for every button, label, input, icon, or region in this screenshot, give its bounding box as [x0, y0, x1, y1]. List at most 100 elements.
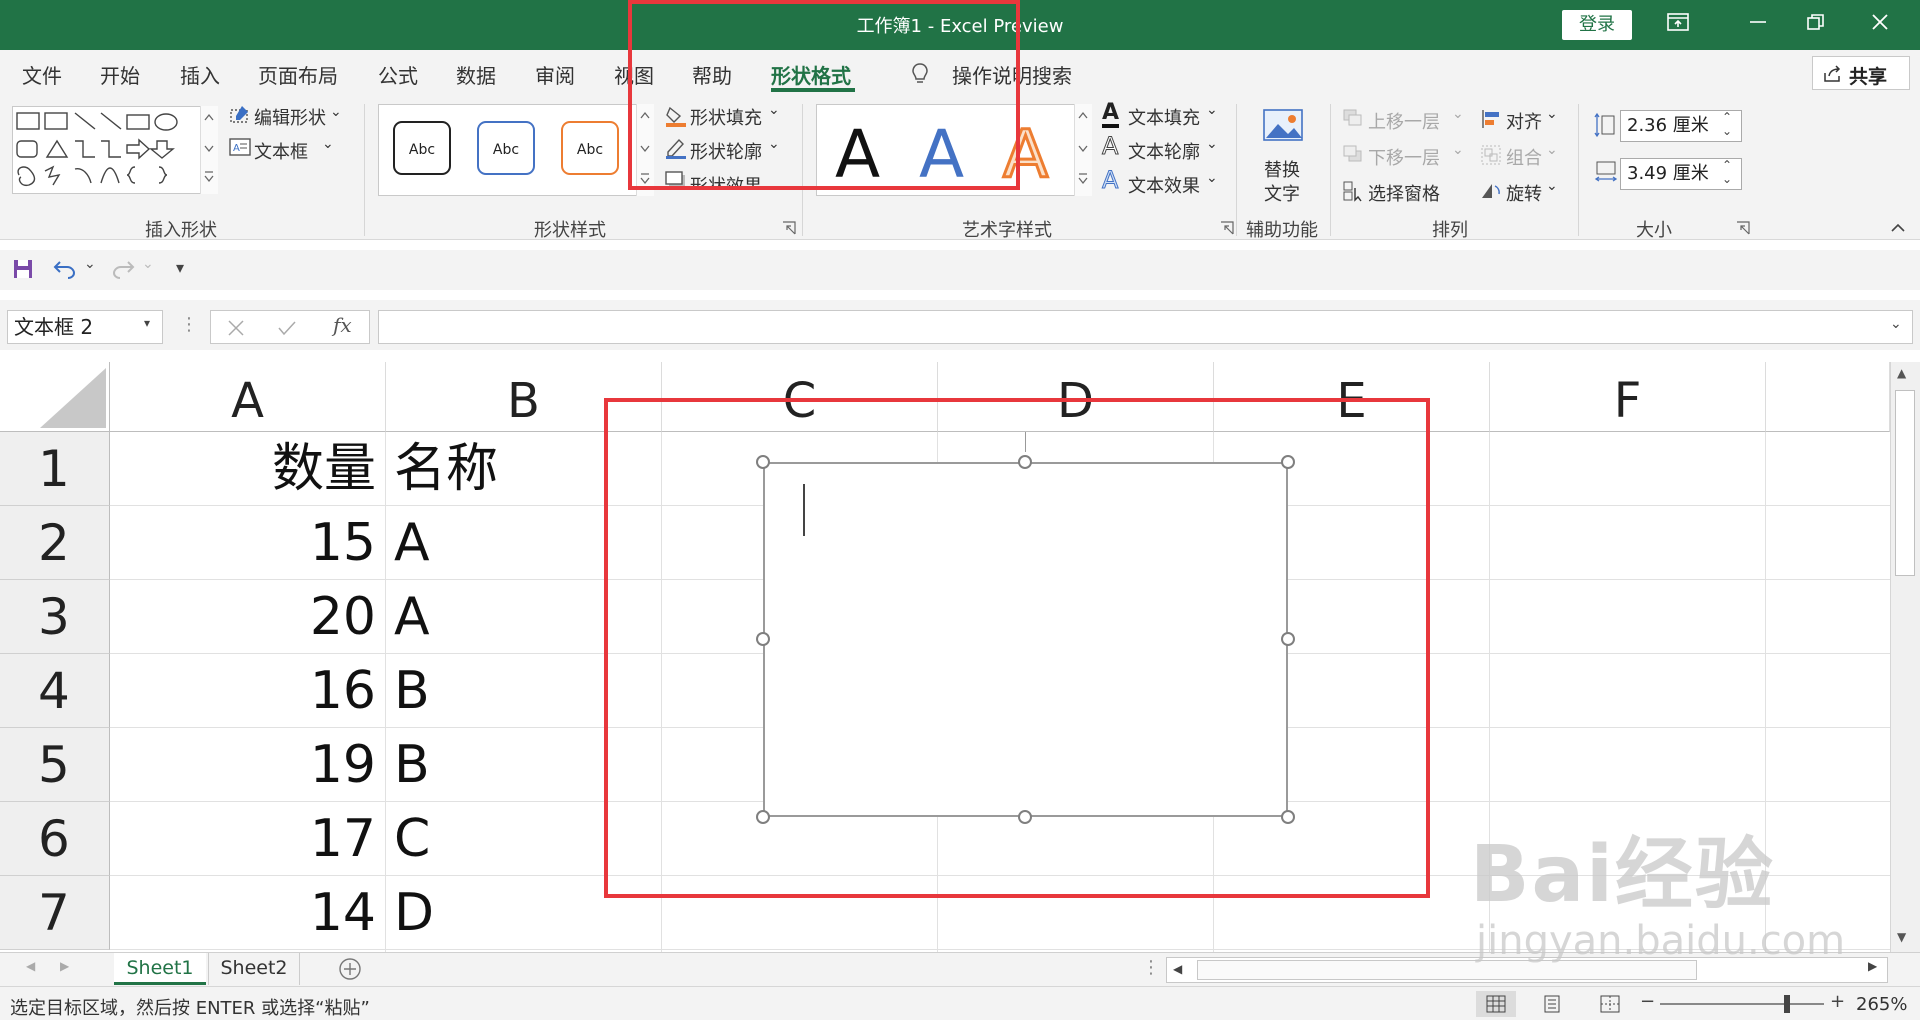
row-header-5[interactable]: 5 [0, 728, 110, 802]
shape-style-1[interactable]: Abc [393, 121, 451, 175]
login-button[interactable]: 登录 [1562, 10, 1632, 40]
vertical-scroll-thumb[interactable] [1895, 390, 1915, 576]
save-icon[interactable] [12, 258, 34, 284]
tab-file[interactable]: 文件 [22, 60, 62, 89]
cell-a3[interactable]: 20 [110, 580, 376, 654]
scroll-left-icon[interactable]: ◀ [1173, 962, 1182, 976]
rotate-chevron-icon[interactable]: ⌄ [1546, 178, 1558, 194]
shapes-gallery[interactable] [12, 106, 218, 194]
edit-shape-chevron-icon[interactable]: ⌄ [330, 104, 342, 120]
cell-a1[interactable]: 数量 [110, 432, 376, 506]
row-header-2[interactable]: 2 [0, 506, 110, 580]
tab-split-grip-icon[interactable]: ⋮ [1142, 957, 1160, 978]
tab-formulas[interactable]: 公式 [378, 60, 418, 89]
alt-text-line2[interactable]: 文字 [1264, 180, 1300, 206]
column-header-g[interactable] [1766, 362, 1890, 432]
zoom-level[interactable]: 265% [1856, 994, 1907, 1015]
text-outline-button[interactable]: 文本轮廓 [1128, 138, 1200, 164]
row-header-3[interactable]: 3 [0, 580, 110, 654]
group-chevron-icon[interactable]: ⌄ [1546, 142, 1558, 158]
shape-style-3[interactable]: Abc [561, 121, 619, 175]
row-header-6[interactable]: 6 [0, 802, 110, 876]
text-effects-chevron-icon[interactable]: ⌄ [1206, 170, 1218, 186]
customize-qat-icon[interactable]: ▾ [176, 258, 184, 277]
page-layout-view-icon[interactable] [1542, 995, 1562, 1017]
shape-styles-gallery[interactable]: Abc Abc Abc [378, 104, 654, 196]
cell-a5[interactable]: 19 [110, 728, 376, 802]
redo-icon[interactable] [110, 258, 136, 284]
bring-forward-chevron-icon[interactable]: ⌄ [1452, 106, 1464, 122]
tab-home[interactable]: 开始 [100, 60, 140, 89]
cell-b3[interactable]: A [394, 580, 430, 654]
cell-a7[interactable]: 14 [110, 876, 376, 950]
redo-chevron-icon[interactable]: ⌄ [142, 256, 154, 272]
group-button[interactable]: 组合 [1506, 144, 1542, 170]
text-box-chevron-icon[interactable]: ⌄ [322, 136, 334, 152]
normal-view-button[interactable] [1476, 991, 1516, 1017]
shape-width-spinner-icon[interactable]: ⌃ ⌄ [1722, 158, 1732, 186]
cell-a6[interactable]: 17 [110, 802, 376, 876]
cell-b2[interactable]: A [394, 506, 430, 580]
expand-formula-bar-icon[interactable]: ⌄ [1890, 316, 1902, 332]
wordart-gallery-scroll[interactable] [1074, 104, 1092, 196]
zoom-out-button[interactable]: − [1640, 991, 1655, 1012]
scroll-right-icon[interactable]: ▶ [1868, 959, 1877, 973]
tab-data[interactable]: 数据 [456, 60, 496, 89]
align-button[interactable]: 对齐 [1506, 108, 1542, 134]
shapes-gallery-scroll[interactable] [200, 106, 218, 194]
zoom-slider-thumb[interactable] [1784, 995, 1790, 1013]
tab-review[interactable]: 审阅 [535, 60, 575, 89]
alt-text-line1[interactable]: 替换 [1264, 156, 1300, 182]
zoom-slider-track[interactable] [1660, 1003, 1824, 1005]
tab-insert[interactable]: 插入 [180, 60, 220, 89]
cell-b4[interactable]: B [394, 654, 430, 728]
text-fill-chevron-icon[interactable]: ⌄ [1206, 102, 1218, 118]
send-backward-button[interactable]: 下移一层 [1368, 144, 1440, 170]
zoom-in-button[interactable]: + [1830, 991, 1845, 1012]
close-icon[interactable] [1860, 8, 1900, 42]
scroll-down-icon[interactable]: ▼ [1897, 930, 1906, 944]
sheet-tab-sheet2[interactable]: Sheet2 [208, 953, 300, 985]
cell-b5[interactable]: B [394, 728, 430, 802]
ribbon-display-icon[interactable] [1658, 8, 1698, 42]
shape-style-2[interactable]: Abc [477, 121, 535, 175]
cell-a4[interactable]: 16 [110, 654, 376, 728]
next-sheet-icon[interactable]: ▶ [60, 959, 69, 973]
tab-page-layout[interactable]: 页面布局 [258, 60, 338, 89]
text-outline-chevron-icon[interactable]: ⌄ [1206, 136, 1218, 152]
wordart-launcher-icon[interactable] [1220, 220, 1234, 239]
insert-function-button[interactable]: fx [333, 313, 352, 337]
share-button[interactable]: 共享 [1812, 56, 1910, 90]
rotate-button[interactable]: 旋转 [1506, 180, 1542, 206]
vertical-scrollbar[interactable]: ▲ ▼ [1890, 362, 1920, 952]
scroll-up-icon[interactable]: ▲ [1897, 366, 1906, 380]
alt-text-icon[interactable] [1262, 106, 1306, 154]
page-break-view-icon[interactable] [1600, 995, 1620, 1017]
collapse-ribbon-icon[interactable] [1890, 218, 1906, 237]
undo-icon[interactable] [52, 258, 78, 284]
new-sheet-icon[interactable] [338, 957, 362, 985]
bring-forward-button[interactable]: 上移一层 [1368, 108, 1440, 134]
send-backward-chevron-icon[interactable]: ⌄ [1452, 142, 1464, 158]
row-header-1[interactable]: 1 [0, 432, 110, 506]
minimize-icon[interactable] [1738, 8, 1778, 42]
prev-sheet-icon[interactable]: ◀ [26, 959, 35, 973]
sheet-tab-sheet1[interactable]: Sheet1 [114, 953, 206, 985]
name-box-dropdown-icon[interactable]: ▾ [144, 316, 150, 330]
shape-styles-launcher-icon[interactable] [782, 220, 796, 239]
formula-input[interactable] [378, 310, 1913, 344]
align-chevron-icon[interactable]: ⌄ [1546, 106, 1558, 122]
text-box-button[interactable]: 文本框 [254, 138, 308, 164]
cell-b7[interactable]: D [394, 876, 434, 950]
row-header-4[interactable]: 4 [0, 654, 110, 728]
shape-height-spinner-icon[interactable]: ⌃ ⌄ [1722, 110, 1732, 138]
name-box[interactable]: 文本框 2 [7, 310, 163, 344]
cell-b1[interactable]: 名称 [394, 432, 498, 506]
select-all-corner[interactable] [0, 362, 110, 432]
undo-chevron-icon[interactable]: ⌄ [84, 256, 96, 272]
size-launcher-icon[interactable] [1736, 220, 1750, 239]
edit-shape-button[interactable]: 编辑形状 [254, 104, 326, 130]
cell-b6[interactable]: C [394, 802, 430, 876]
enter-icon[interactable] [277, 319, 297, 337]
row-header-7[interactable]: 7 [0, 876, 110, 950]
